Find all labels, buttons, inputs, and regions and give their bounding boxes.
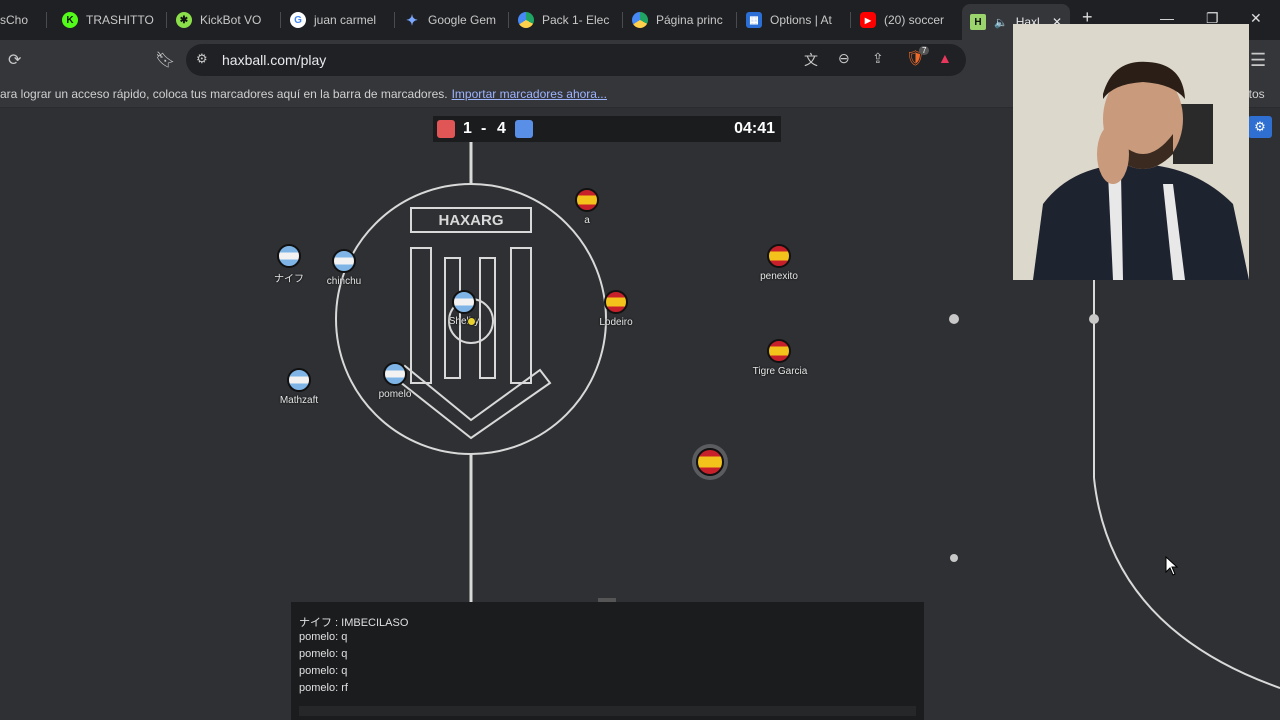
tab-separator	[166, 12, 167, 28]
drive-icon	[518, 12, 534, 28]
tab-separator	[850, 12, 851, 28]
player-name: a	[584, 215, 590, 226]
tab-4[interactable]: ✦ Google Gem	[404, 4, 504, 36]
tab-2[interactable]: ✱ KickBot VO	[176, 4, 276, 36]
speaker-icon[interactable]: 🔈	[994, 16, 1008, 29]
match-timer: 04:41	[734, 120, 775, 137]
tab-separator	[622, 12, 623, 28]
player-red	[767, 339, 791, 363]
webcam-overlay	[1013, 24, 1249, 280]
player-blue	[332, 249, 356, 273]
player-name: chinchu	[326, 276, 362, 287]
tab-separator	[508, 12, 509, 28]
chat-panel: ナイフ : IMBECILASO pomelo: q pomelo: q pom…	[291, 598, 924, 720]
mouse-cursor-icon	[1165, 556, 1179, 576]
address-bar[interactable]: ⚙ haxball.com/play 文 ⊖ ⇪ 🛡︎ 7 ▲	[186, 44, 966, 76]
player-blue	[287, 368, 311, 392]
ball	[467, 317, 476, 326]
chat-message: ナイフ : IMBECILASO	[299, 617, 409, 629]
scoreboard: 1 - 4 04:41	[433, 116, 781, 142]
player-name: Tigre Garcia	[752, 366, 808, 377]
tab-7[interactable]: ▦ Options | At	[746, 4, 846, 36]
zoom-out-icon[interactable]: ⊖	[838, 50, 850, 67]
translate-icon[interactable]: 文	[804, 50, 818, 70]
player-blue	[277, 244, 301, 268]
blue-team-square	[515, 120, 533, 138]
chat-message: pomelo: rf	[299, 682, 348, 694]
chat-resize-handle[interactable]	[598, 598, 616, 602]
tab-separator	[394, 12, 395, 28]
tab-1[interactable]: K TRASHITTO	[62, 4, 162, 36]
tab-separator	[280, 12, 281, 28]
player-blue	[452, 290, 476, 314]
player-name: Lodeiro	[599, 317, 633, 328]
chat-message: pomelo: q	[299, 665, 348, 677]
drive-icon	[632, 12, 648, 28]
haxball-icon: H	[970, 14, 986, 30]
tab-separator	[736, 12, 737, 28]
brave-rewards-icon[interactable]: ▲	[938, 50, 952, 66]
tab-8[interactable]: ▶ (20) soccer	[860, 4, 960, 36]
red-score: 1	[463, 120, 472, 137]
kickbot-icon: ✱	[176, 12, 192, 28]
score-dash: -	[481, 120, 487, 137]
bookmarks-hint: ara lograr un acceso rápido, coloca tus …	[0, 87, 448, 101]
site-info-icon[interactable]: ⚙	[196, 51, 208, 67]
player-name: penexito	[760, 271, 798, 282]
player-name: Mathzaft	[279, 395, 319, 406]
chat-message: pomelo: q	[299, 648, 348, 660]
player-red	[575, 188, 599, 212]
kick-icon: K	[62, 12, 78, 28]
reload-icon[interactable]: ⟳	[8, 50, 21, 70]
player-red	[604, 290, 628, 314]
player-red-self	[696, 448, 724, 476]
tab-5[interactable]: Pack 1- Elec	[518, 4, 618, 36]
share-icon[interactable]: ⇪	[872, 50, 884, 67]
player-name: pomelo	[378, 389, 412, 400]
player-blue	[383, 362, 407, 386]
settings-gear-icon[interactable]: ⚙	[1248, 116, 1272, 138]
import-bookmarks-link[interactable]: Importar marcadores ahora...	[452, 87, 607, 101]
center-logo-text: HAXARG	[438, 212, 504, 229]
google-icon: G	[290, 12, 306, 28]
url-text: haxball.com/play	[222, 52, 327, 68]
extension-icon: ▦	[746, 12, 762, 28]
tab-6[interactable]: Página princ	[632, 4, 732, 36]
player-red	[767, 244, 791, 268]
player-name: ナイフ	[274, 274, 304, 285]
shields-badge: 7	[919, 46, 930, 55]
menu-icon[interactable]: ☰	[1250, 50, 1266, 71]
streamer-webcam-image	[1013, 24, 1249, 280]
chat-input[interactable]	[299, 706, 916, 716]
blue-score: 4	[497, 120, 506, 137]
close-window-icon[interactable]: ✕	[1250, 10, 1262, 27]
tab-3[interactable]: Gjuan carmel	[290, 4, 390, 36]
tab-0[interactable]: sCho	[0, 4, 38, 36]
red-team-square	[437, 120, 455, 138]
chat-message: pomelo: q	[299, 631, 348, 643]
gemini-icon: ✦	[406, 11, 418, 28]
bookmark-icon[interactable]: 🔖︎	[155, 50, 175, 70]
tab-separator	[46, 12, 47, 28]
youtube-icon: ▶	[860, 12, 876, 28]
